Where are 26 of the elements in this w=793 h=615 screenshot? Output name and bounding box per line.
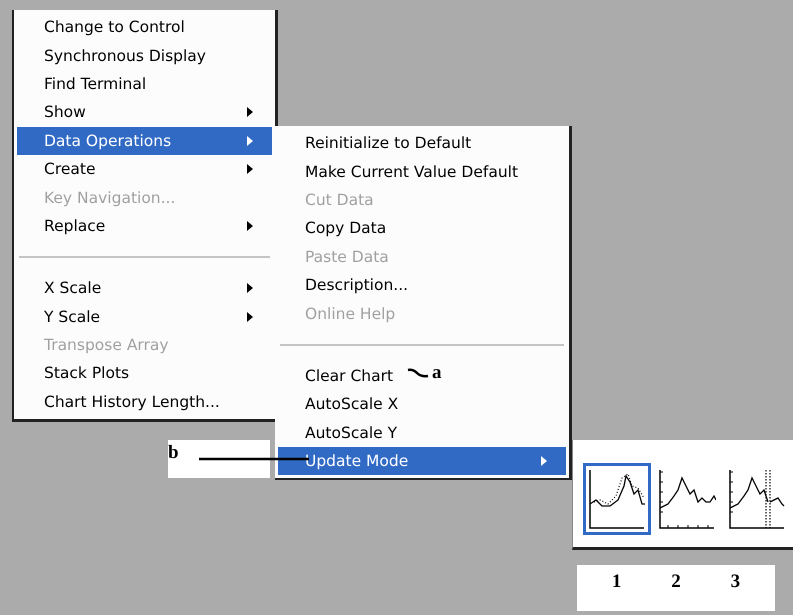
menu-item[interactable]: Make Current Value Default [278, 157, 522, 186]
option-number: 2 [671, 570, 681, 593]
menu-item[interactable]: Y Scale [17, 302, 272, 331]
menu-item[interactable]: X Scale [17, 274, 272, 303]
callout-label: a [432, 362, 442, 384]
menu-item[interactable]: Stack Plots [17, 359, 134, 388]
update-mode-option[interactable] [583, 463, 651, 535]
menu-item[interactable]: Find Terminal [17, 70, 150, 98]
menu-item[interactable]: Description... [278, 270, 412, 300]
menu-item[interactable]: Update Mode [278, 446, 566, 476]
option-number: 3 [730, 570, 740, 593]
menu-item[interactable]: Reinitialize to Default [278, 129, 476, 158]
menu-item[interactable]: Clear Chart [278, 362, 398, 390]
menu-item[interactable]: Change to Control [17, 13, 189, 42]
menu-item[interactable]: AutoScale X [278, 390, 402, 419]
menu-item[interactable]: Chart History Length... [17, 388, 224, 416]
leader-line [407, 368, 429, 378]
menu-item[interactable]: Create [17, 154, 272, 184]
menu-item[interactable]: Show [17, 98, 272, 127]
menu-item[interactable]: Synchronous Display [17, 41, 210, 70]
menu-item[interactable]: Copy Data [278, 214, 390, 243]
menu-item[interactable]: Data Operations [17, 126, 272, 155]
menu-item[interactable]: AutoScale Y [278, 418, 402, 447]
menu-item[interactable]: Replace [17, 212, 272, 240]
callout-label: b [168, 442, 179, 463]
option-number: 1 [612, 570, 622, 593]
